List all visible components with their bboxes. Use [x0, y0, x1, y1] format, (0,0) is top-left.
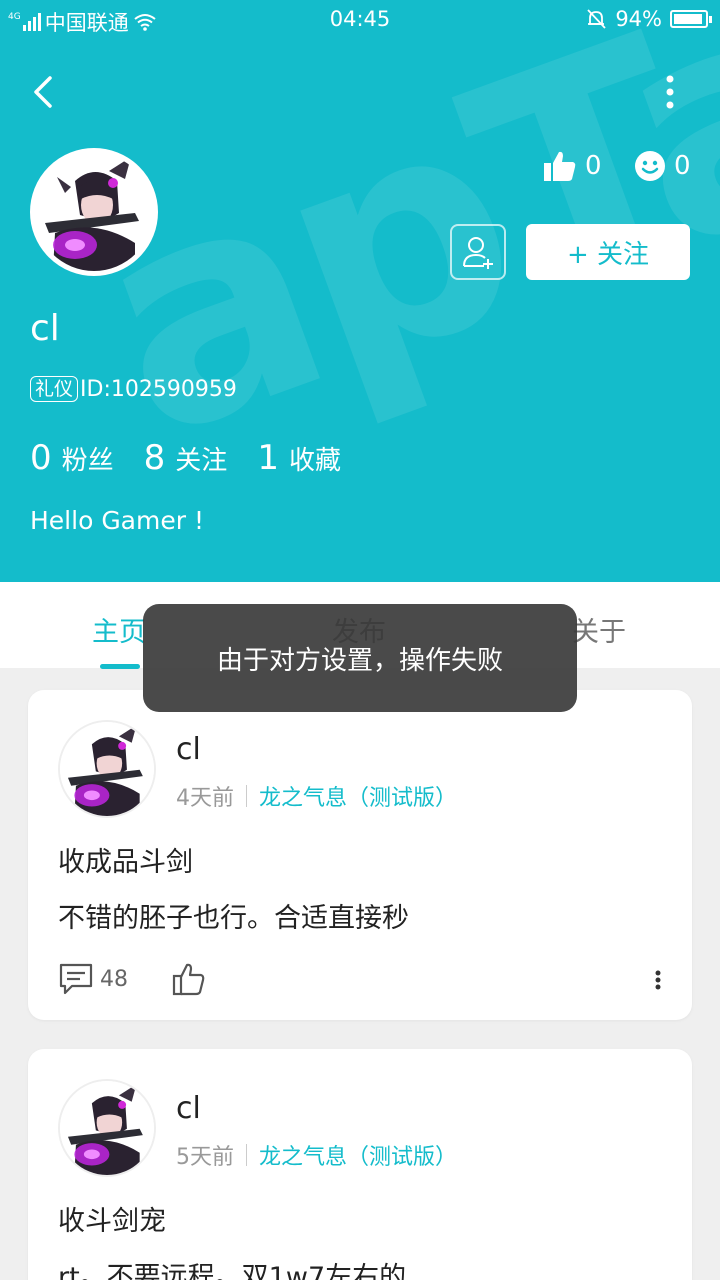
smiles-count: 0	[674, 151, 691, 181]
profile-username: cl	[30, 308, 60, 349]
back-arrow-icon[interactable]	[26, 70, 66, 114]
post-time: 4天前	[176, 786, 234, 811]
post-time: 5天前	[176, 1145, 234, 1170]
following-label[interactable]: 关注	[175, 440, 227, 477]
meta-divider	[246, 1144, 247, 1166]
battery-icon	[670, 10, 712, 28]
profile-avatar[interactable]	[30, 148, 158, 276]
profile-bio: Hello Gamer !	[30, 506, 204, 535]
following-count[interactable]: 8	[144, 438, 166, 478]
post-author-avatar[interactable]	[58, 720, 156, 818]
more-vertical-icon[interactable]	[660, 72, 680, 112]
likes-stat[interactable]: 0	[543, 150, 602, 182]
post-game-link[interactable]: 龙之气息（测试版）	[259, 1139, 457, 1171]
comment-icon	[59, 963, 93, 995]
toast-message: 由于对方设置，操作失败	[143, 604, 577, 712]
tab-about[interactable]: 关于	[572, 610, 626, 649]
post-actions: 48	[58, 962, 206, 996]
anime-character-avatar	[35, 153, 153, 271]
battery-percent: 94%	[615, 7, 662, 31]
post-meta: 5天前 龙之气息（测试版）	[176, 1139, 457, 1171]
tab-home[interactable]: 主页	[92, 610, 146, 649]
post-author-name[interactable]: cl	[176, 1091, 201, 1126]
meta-divider	[246, 785, 247, 807]
post-card[interactable]: cl 4天前 龙之气息（测试版） 收成品斗剑 不错的胚子也行。合适直接秒 48	[28, 690, 692, 1020]
post-game-link[interactable]: 龙之气息（测试版）	[259, 780, 457, 812]
fans-count[interactable]: 0	[30, 438, 52, 478]
post-more-icon[interactable]	[654, 970, 662, 990]
anime-character-avatar	[60, 1081, 154, 1175]
active-tab-indicator	[100, 664, 140, 669]
add-user-icon	[463, 237, 493, 269]
etiquette-badge: 礼仪	[30, 376, 79, 402]
post-meta: 4天前 龙之气息（测试版）	[176, 780, 457, 812]
thumbs-up-icon[interactable]	[172, 962, 206, 996]
mute-bell-icon	[587, 9, 606, 29]
comment-count: 48	[100, 966, 128, 992]
favorites-count[interactable]: 1	[257, 438, 279, 478]
favorites-label[interactable]: 收藏	[289, 440, 341, 477]
fans-label[interactable]: 粉丝	[62, 440, 114, 477]
follow-button[interactable]: + 关注	[526, 224, 690, 280]
smiley-icon	[635, 151, 665, 181]
likes-count: 0	[585, 151, 602, 181]
add-friend-button[interactable]	[450, 224, 506, 280]
profile-counts: 0 粉丝 8 关注 1 收藏	[30, 438, 371, 478]
profile-header: apTa 4G 中国联通 04:45 94% 0 0 + 关注 cl 礼仪 ID…	[0, 0, 720, 582]
smiles-stat[interactable]: 0	[634, 150, 691, 182]
post-author-avatar[interactable]	[58, 1079, 156, 1177]
post-body: rt。不要远程。双1w7左右的	[58, 1262, 407, 1280]
anime-character-avatar	[60, 722, 154, 816]
post-title: 收成品斗剑	[58, 847, 193, 878]
user-id: ID:102590959	[80, 376, 237, 402]
post-body: 不错的胚子也行。合适直接秒	[58, 903, 409, 934]
post-author-name[interactable]: cl	[176, 732, 201, 767]
status-bar: 4G 中国联通 04:45 94%	[0, 0, 720, 40]
post-card[interactable]: cl 5天前 龙之气息（测试版） 收斗剑宠 rt。不要远程。双1w7左右的	[28, 1049, 692, 1280]
post-title: 收斗剑宠	[58, 1206, 166, 1237]
comment-button[interactable]: 48	[58, 962, 128, 996]
thumbs-up-icon	[544, 151, 576, 181]
user-id-row: 礼仪 ID:102590959	[30, 376, 237, 402]
